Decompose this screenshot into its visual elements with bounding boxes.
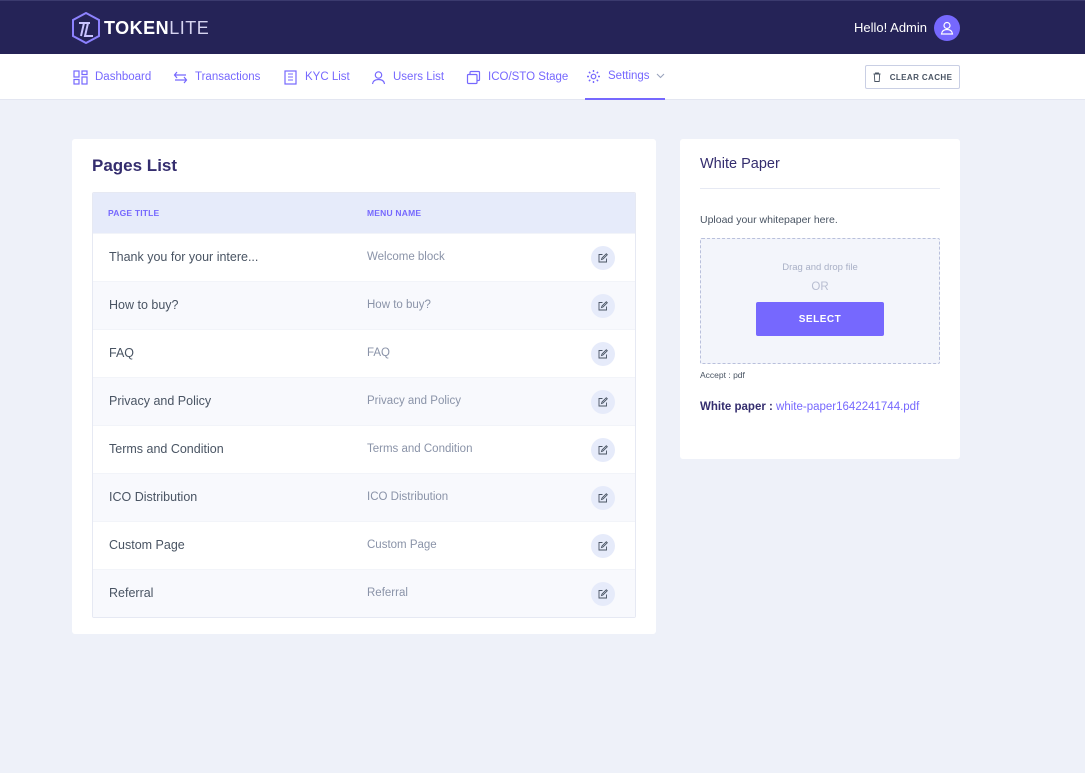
nav-users-list-label: Users List <box>393 71 445 83</box>
white-paper-link[interactable]: white-paper1642241744.pdf <box>776 401 919 413</box>
nav-settings[interactable]: Settings <box>585 54 665 100</box>
table-row: FAQ FAQ <box>93 329 635 377</box>
coins-icon <box>466 70 481 84</box>
table-row: Thank you for your intere... Welcome bloc… <box>93 233 635 281</box>
edit-icon <box>598 493 608 503</box>
edit-page-button[interactable] <box>591 246 615 270</box>
divider <box>700 188 940 189</box>
menu-name-cell: Referral <box>367 587 408 599</box>
col-page-title: PAGE TITLE <box>108 208 160 218</box>
logo[interactable]: TOKENLITE <box>72 12 209 44</box>
select-file-button[interactable]: SELECT <box>756 302 884 336</box>
nav-transactions-label: Transactions <box>195 71 261 83</box>
clear-cache-button[interactable]: CLEAR CACHE <box>865 65 960 89</box>
table-header: PAGE TITLE MENU NAME <box>93 193 635 233</box>
page-title-cell: Terms and Condition <box>109 442 224 456</box>
nav-users-list[interactable]: Users List <box>371 54 444 100</box>
edit-page-button[interactable] <box>591 486 615 510</box>
edit-icon <box>598 589 608 599</box>
pages-list-title: Pages List <box>92 156 178 175</box>
dashboard-icon <box>73 69 88 85</box>
user-greeting: Hello! Admin <box>854 20 927 35</box>
table-row: Privacy and Policy Privacy and Policy <box>93 377 635 425</box>
table-body: Thank you for your intere... Welcome bloc… <box>93 233 635 617</box>
transfer-icon <box>173 71 188 83</box>
accept-note: Accept : pdf <box>700 370 745 380</box>
white-paper-label: White paper : <box>700 401 773 413</box>
clear-cache-label: CLEAR CACHE <box>889 72 953 82</box>
nav-settings-label: Settings <box>608 70 650 82</box>
user-avatar-button[interactable] <box>934 15 960 41</box>
white-paper-title: White Paper <box>700 156 780 172</box>
edit-page-button[interactable] <box>591 294 615 318</box>
upload-hint: Upload your whitepaper here. <box>700 214 838 226</box>
nav-dashboard-label: Dashboard <box>95 71 152 83</box>
edit-icon <box>598 445 608 455</box>
gear-icon <box>587 69 600 83</box>
table-row: Custom Page Custom Page <box>93 521 635 569</box>
edit-icon <box>598 301 608 311</box>
nav-transactions[interactable]: Transactions <box>173 54 260 100</box>
page-title-cell: Custom Page <box>109 538 185 552</box>
table-row: How to buy? How to buy? <box>93 281 635 329</box>
menu-name-cell: Terms and Condition <box>367 443 473 455</box>
trash-icon <box>873 72 881 82</box>
logo-text-bold: TOKEN <box>104 17 170 38</box>
page-title-cell: Privacy and Policy <box>109 394 212 408</box>
table-row: ICO Distribution ICO Distribution <box>93 473 635 521</box>
logo-text-thin: LITE <box>169 17 210 38</box>
edit-page-button[interactable] <box>591 582 615 606</box>
nav-ico-sto-stage-label: ICO/STO Stage <box>488 71 569 83</box>
page-title-cell: Referral <box>109 586 154 600</box>
edit-icon <box>598 541 608 551</box>
edit-page-button[interactable] <box>591 534 615 558</box>
nav-kyc-list-label: KYC List <box>305 71 350 83</box>
col-menu-name: MENU NAME <box>367 208 422 218</box>
file-dropzone[interactable]: Drag and drop file OR SELECT <box>700 238 940 364</box>
document-icon <box>284 69 297 85</box>
edit-page-button[interactable] <box>591 342 615 366</box>
table-row: Terms and Condition Terms and Condition <box>93 425 635 473</box>
or-text: OR <box>811 281 829 293</box>
nav-dashboard[interactable]: Dashboard <box>73 54 151 100</box>
menu-name-cell: How to buy? <box>367 299 431 311</box>
logo-text: TOKENLITE <box>104 18 209 39</box>
logo-icon <box>72 12 100 44</box>
white-paper-card: White Paper Upload your whitepaper here.… <box>680 139 960 459</box>
edit-icon <box>598 253 608 263</box>
edit-page-button[interactable] <box>591 390 615 414</box>
menu-name-cell: ICO Distribution <box>367 491 449 503</box>
users-icon <box>371 70 386 84</box>
edit-icon <box>598 397 608 407</box>
drag-drop-text: Drag and drop file <box>782 262 858 273</box>
edit-page-button[interactable] <box>591 438 615 462</box>
edit-icon <box>598 349 608 359</box>
menu-name-cell: Custom Page <box>367 539 437 551</box>
current-white-paper: White paper : white-paper1642241744.pdf <box>700 401 919 413</box>
table-row: Referral Referral <box>93 569 635 617</box>
user-icon <box>940 21 954 35</box>
pages-list-card: Pages List PAGE TITLE MENU NAME Thank yo… <box>72 139 656 634</box>
page-title-cell: Thank you for your intere... <box>109 250 259 264</box>
pages-table: PAGE TITLE MENU NAME Thank you for your … <box>92 192 636 618</box>
nav-kyc-list[interactable]: KYC List <box>283 54 350 100</box>
page-title-cell: How to buy? <box>109 298 179 312</box>
top-bar: TOKENLITE Hello! Admin <box>0 0 1085 54</box>
menu-name-cell: FAQ <box>367 347 391 359</box>
chevron-down-icon <box>656 73 664 79</box>
page-title-cell: ICO Distribution <box>109 490 198 504</box>
menu-name-cell: Welcome block <box>367 251 445 263</box>
page-title-cell: FAQ <box>109 346 135 360</box>
nav-ico-sto-stage[interactable]: ICO/STO Stage <box>466 54 568 100</box>
menu-name-cell: Privacy and Policy <box>367 395 461 407</box>
